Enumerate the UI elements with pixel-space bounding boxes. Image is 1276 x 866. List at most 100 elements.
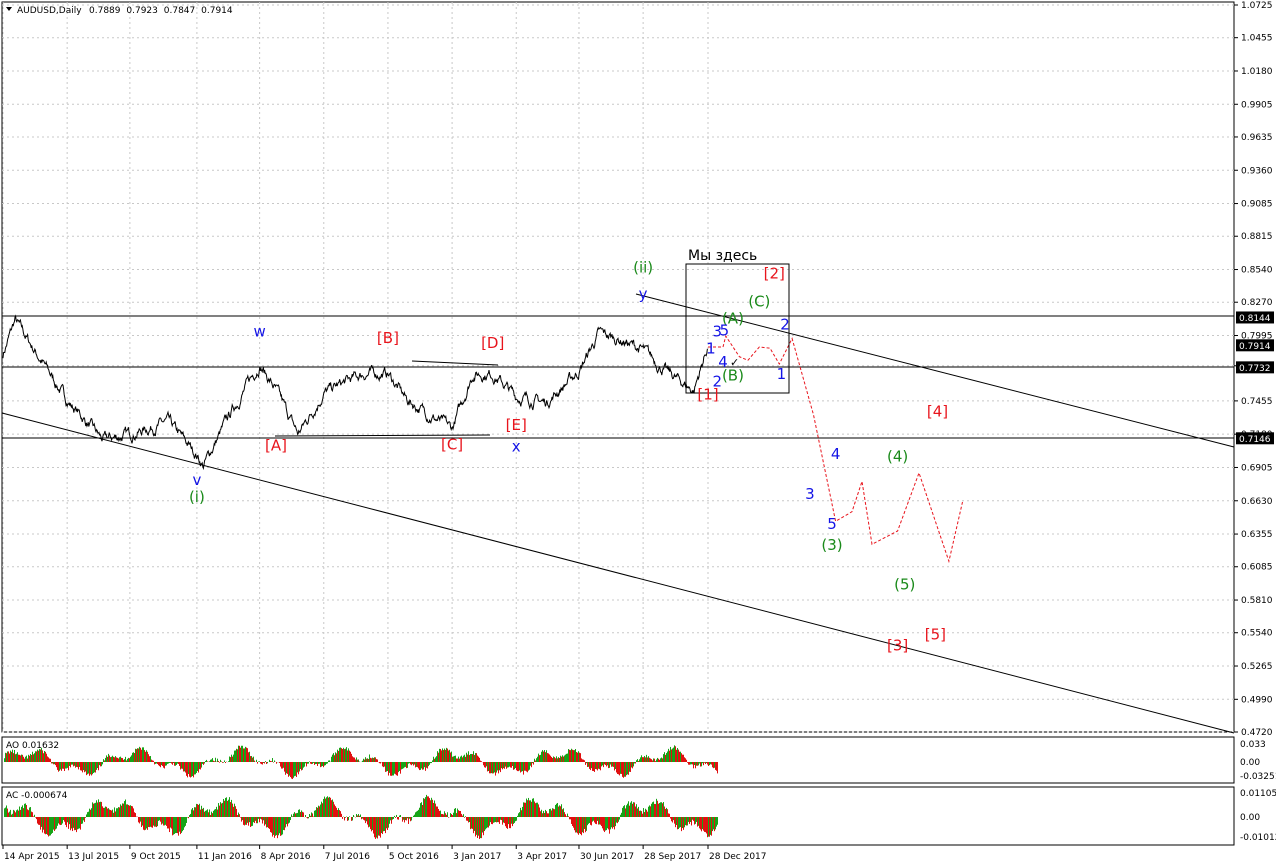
histogram-bar — [125, 756, 126, 762]
histogram-bar — [440, 810, 441, 817]
histogram-bar — [47, 756, 48, 762]
histogram-bar — [673, 817, 674, 821]
histogram-bar — [393, 762, 394, 776]
histogram-bar — [391, 762, 392, 776]
histogram-bar — [657, 800, 658, 817]
histogram-bar — [171, 762, 172, 764]
histogram-bar — [103, 759, 104, 762]
histogram-bar — [570, 817, 571, 820]
histogram-bar — [501, 762, 502, 769]
histogram-bar — [438, 809, 439, 817]
price-tick-label: 0.6085 — [1241, 563, 1273, 573]
histogram-bar — [79, 762, 80, 767]
histogram-bar — [34, 753, 35, 762]
time-tick-label: 3 Jan 2017 — [453, 852, 501, 862]
histogram-bar — [639, 759, 640, 762]
histogram-bar — [561, 804, 562, 817]
histogram-bar — [287, 762, 288, 774]
histogram-bar — [127, 804, 128, 817]
histogram-bar — [93, 803, 94, 817]
histogram-bar — [666, 807, 667, 817]
histogram-bar — [139, 746, 140, 762]
histogram-bar — [699, 817, 700, 829]
histogram-bar — [78, 762, 79, 770]
wave-label: 2 — [712, 372, 722, 390]
histogram-bar — [113, 812, 114, 817]
histogram-bar — [431, 797, 432, 817]
histogram-bar — [177, 762, 178, 764]
histogram-bar — [237, 749, 238, 762]
histogram-bar — [309, 814, 310, 817]
histogram-bar — [48, 757, 49, 762]
histogram-bar — [458, 756, 459, 762]
histogram-bar — [26, 805, 27, 817]
histogram-bar — [61, 762, 62, 771]
histogram-bar — [66, 762, 67, 769]
histogram-bar — [88, 811, 89, 817]
histogram-bar — [9, 811, 10, 817]
histogram-bar — [29, 755, 30, 762]
histogram-bar — [374, 817, 375, 838]
histogram-bar — [145, 751, 146, 762]
histogram-bar — [534, 758, 535, 762]
wave-label: 1 — [706, 340, 716, 358]
histogram-bar — [457, 808, 458, 817]
histogram-bar — [315, 762, 316, 765]
histogram-bar — [364, 759, 365, 762]
histogram-bar — [505, 762, 506, 767]
ao-tick-zero: 0.00 — [1240, 758, 1260, 768]
histogram-bar — [594, 817, 595, 823]
histogram-bar — [179, 762, 180, 766]
histogram-bar — [320, 804, 321, 817]
histogram-bar — [333, 753, 334, 762]
histogram-bar — [382, 817, 383, 835]
histogram-bar — [689, 817, 690, 824]
histogram-bar — [404, 817, 405, 823]
histogram-bar — [507, 762, 508, 768]
histogram-bar — [366, 817, 367, 822]
histogram-bar — [383, 817, 384, 832]
histogram-bar — [588, 762, 589, 767]
histogram-bar — [329, 796, 330, 817]
histogram-bar — [567, 753, 568, 762]
histogram-bar — [661, 757, 662, 762]
histogram-bar — [48, 817, 49, 837]
histogram-bar — [231, 754, 232, 762]
histogram-bar — [652, 802, 653, 817]
histogram-bar — [467, 754, 468, 762]
histogram-bar — [157, 817, 158, 827]
price-tick-label: 0.5810 — [1241, 596, 1273, 606]
histogram-bar — [111, 810, 112, 817]
histogram-bar — [648, 756, 649, 762]
histogram-bar — [570, 750, 571, 762]
wave-label: [5] — [925, 625, 946, 643]
histogram-bar — [167, 762, 168, 764]
histogram-bar — [292, 816, 293, 817]
histogram-bar — [200, 809, 201, 817]
histogram-bar — [668, 813, 669, 817]
histogram-bar — [447, 812, 448, 817]
histogram-bar — [158, 817, 159, 821]
histogram-bar — [148, 754, 149, 762]
price-tick-label: 0.8815 — [1241, 232, 1273, 242]
histogram-bar — [581, 817, 582, 836]
histogram-bar — [77, 762, 78, 768]
histogram-bar — [430, 800, 431, 817]
histogram-bar — [278, 817, 279, 836]
histogram-bar — [571, 817, 572, 824]
histogram-bar — [122, 758, 123, 762]
histogram-bar — [574, 750, 575, 762]
histogram-bar — [234, 803, 235, 817]
histogram-bar — [402, 762, 403, 769]
histogram-bar — [500, 817, 501, 820]
histogram-bar — [644, 756, 645, 762]
histogram-bar — [437, 806, 438, 817]
histogram-bar — [403, 817, 404, 820]
histogram-bar — [607, 817, 608, 829]
histogram-bar — [536, 802, 537, 817]
histogram-bar — [31, 811, 32, 817]
histogram-bar — [516, 762, 517, 771]
histogram-bar — [129, 805, 130, 817]
histogram-bar — [342, 748, 343, 762]
histogram-bar — [345, 817, 346, 818]
